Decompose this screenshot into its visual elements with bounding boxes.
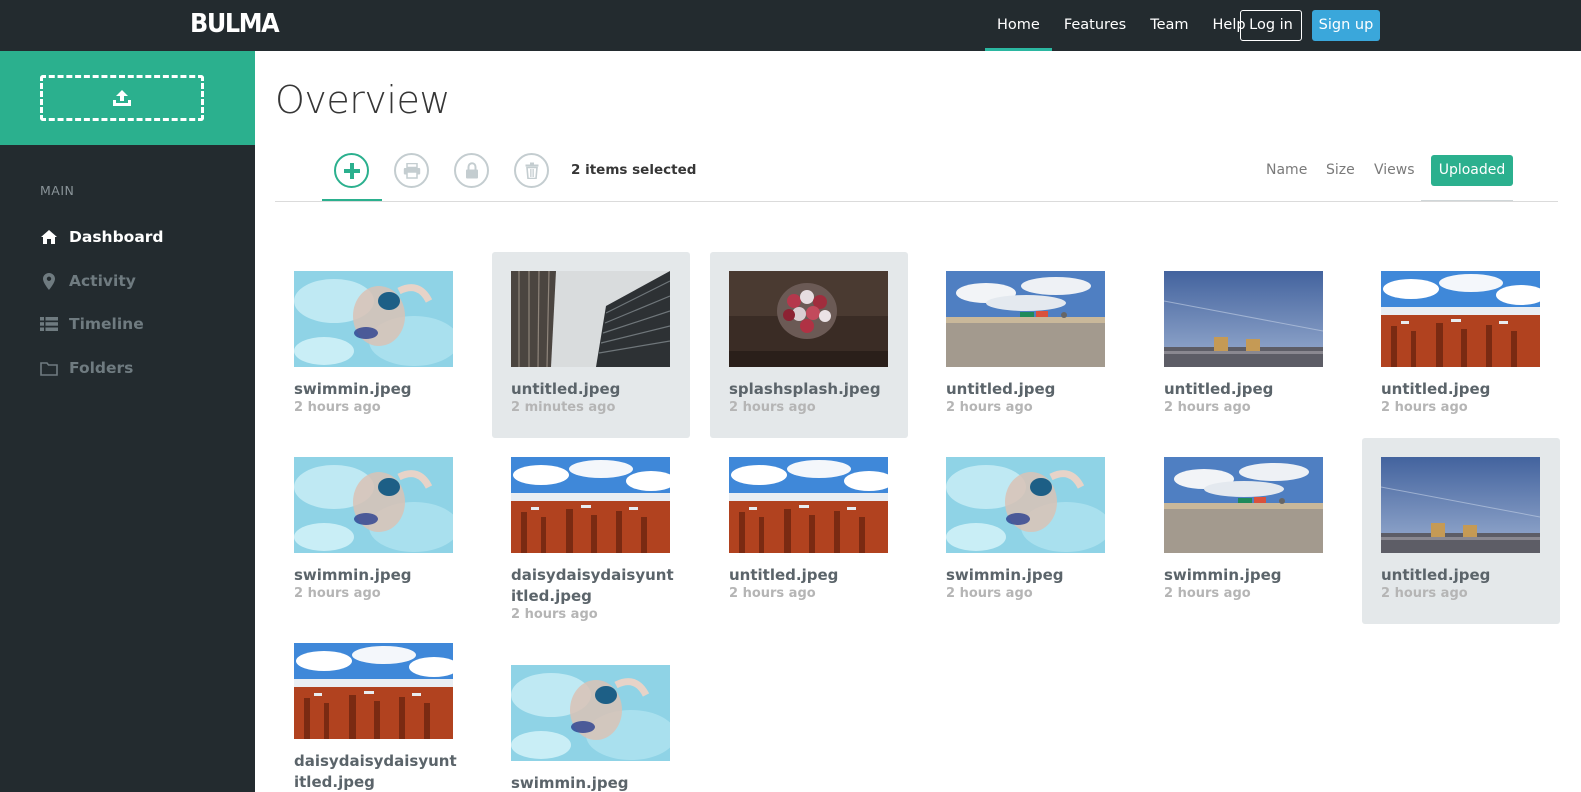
- file-timestamp: 2 hours ago: [511, 607, 598, 622]
- file-card[interactable]: daisydaisydaisyuntitled.jpeg: [275, 624, 473, 792]
- selected-count: 2 items selected: [571, 162, 697, 178]
- file-card[interactable]: swimmin.jpeg 2 hours ago: [1145, 438, 1343, 624]
- file-card[interactable]: swimmin.jpeg 2 hours ago: [927, 438, 1125, 624]
- brand-logo[interactable]: BULMA: [190, 9, 280, 39]
- file-name: splashsplash.jpeg: [729, 380, 881, 398]
- file-card[interactable]: swimmin.jpeg 2 hours ago: [275, 252, 473, 438]
- file-card[interactable]: untitled.jpeg 2 hours ago: [1145, 252, 1343, 438]
- upload-zone: [0, 51, 255, 145]
- file-thumbnail: [1381, 457, 1540, 553]
- file-name: swimmin.jpeg: [1164, 566, 1282, 584]
- file-thumbnail: [294, 457, 453, 553]
- print-icon: [403, 162, 420, 179]
- file-card[interactable]: swimmin.jpeg 2 hours ago: [275, 438, 473, 624]
- lock-button[interactable]: [454, 153, 489, 188]
- file-timestamp: 2 hours ago: [1381, 586, 1468, 601]
- file-thumbnail: [294, 271, 453, 367]
- file-thumbnail: [729, 457, 888, 553]
- plus-icon: [343, 162, 360, 179]
- file-timestamp: 2 hours ago: [946, 586, 1033, 601]
- file-name: untitled.jpeg: [729, 566, 839, 584]
- login-button[interactable]: Log in: [1240, 10, 1302, 41]
- sidebar-item-label: Activity: [69, 272, 136, 290]
- file-timestamp: 2 hours ago: [1164, 586, 1251, 601]
- file-thumbnail: [1164, 271, 1323, 367]
- file-card[interactable]: untitled.jpeg 2 hours ago: [1362, 438, 1560, 624]
- folder-icon: [40, 359, 58, 377]
- sort-views[interactable]: Views: [1374, 162, 1415, 178]
- sort-name[interactable]: Name: [1266, 162, 1307, 178]
- file-thumbnail: [946, 457, 1105, 553]
- file-thumbnail: [729, 271, 888, 367]
- home-icon: [40, 228, 58, 246]
- file-thumbnail: [1381, 271, 1540, 367]
- file-name: swimmin.jpeg: [294, 566, 412, 584]
- file-thumbnail: [1164, 457, 1323, 553]
- page-title: Overview: [275, 78, 450, 122]
- file-timestamp: 2 hours ago: [946, 400, 1033, 415]
- print-button[interactable]: [394, 153, 429, 188]
- file-card[interactable]: untitled.jpeg 2 hours ago: [710, 438, 908, 624]
- sort-size[interactable]: Size: [1326, 162, 1355, 178]
- sidebar-item-folders[interactable]: Folders: [40, 357, 133, 379]
- file-thumbnail: [511, 271, 670, 367]
- delete-button[interactable]: [514, 153, 549, 188]
- file-name: untitled.jpeg: [1381, 566, 1491, 584]
- file-name: swimmin.jpeg: [511, 774, 629, 792]
- toolbar-divider: [275, 201, 1558, 202]
- file-timestamp: 2 hours ago: [294, 400, 381, 415]
- sidebar-item-activity[interactable]: Activity: [40, 270, 136, 292]
- nav-link-home[interactable]: Home: [985, 0, 1052, 51]
- nav-links: Home Features Team Help: [985, 0, 1258, 51]
- add-button[interactable]: [334, 153, 369, 188]
- menu-section-label: MAIN: [40, 183, 75, 198]
- file-card[interactable]: untitled.jpeg 2 hours ago: [927, 252, 1125, 438]
- file-thumbnail: [946, 271, 1105, 367]
- file-card[interactable]: daisydaisydaisyuntitled.jpeg 2 hours ago: [492, 438, 690, 624]
- nav-link-team[interactable]: Team: [1138, 0, 1200, 51]
- file-name: untitled.jpeg: [946, 380, 1056, 398]
- file-name: untitled.jpeg: [1381, 380, 1491, 398]
- map-marker-icon: [40, 272, 58, 290]
- file-name: daisydaisydaisyuntitled.jpeg: [294, 752, 457, 791]
- upload-icon: [113, 90, 131, 106]
- sort-uploaded-button[interactable]: Uploaded: [1431, 155, 1513, 186]
- trash-icon: [525, 162, 538, 179]
- nav-link-features[interactable]: Features: [1052, 0, 1138, 51]
- file-card[interactable]: swimmin.jpeg: [492, 624, 690, 792]
- file-thumbnail: [511, 457, 670, 553]
- sidebar-item-timeline[interactable]: Timeline: [40, 313, 144, 335]
- upload-dropzone[interactable]: [40, 75, 204, 121]
- file-card[interactable]: untitled.jpeg 2 hours ago: [1362, 252, 1560, 438]
- sidebar-item-label: Folders: [69, 359, 134, 377]
- sidebar-item-label: Dashboard: [69, 228, 164, 246]
- list-icon: [40, 315, 58, 333]
- file-card[interactable]: splashsplash.jpeg 2 hours ago: [710, 252, 908, 438]
- sidebar: MAIN Dashboard Activity Timeline Folders: [0, 51, 255, 792]
- file-timestamp: 2 hours ago: [729, 586, 816, 601]
- file-timestamp: 2 hours ago: [294, 586, 381, 601]
- file-timestamp: 2 hours ago: [1164, 400, 1251, 415]
- file-timestamp: 2 hours ago: [729, 400, 816, 415]
- file-thumbnail: [294, 643, 453, 739]
- file-name: swimmin.jpeg: [946, 566, 1064, 584]
- sidebar-item-dashboard[interactable]: Dashboard: [40, 226, 164, 248]
- file-name: swimmin.jpeg: [294, 380, 412, 398]
- top-navbar: BULMA Home Features Team Help Log in Sig…: [0, 0, 1581, 51]
- file-thumbnail: [511, 665, 670, 761]
- file-name: untitled.jpeg: [1164, 380, 1274, 398]
- sidebar-item-label: Timeline: [69, 315, 144, 333]
- file-timestamp: 2 minutes ago: [511, 400, 616, 415]
- file-name: untitled.jpeg: [511, 380, 621, 398]
- signup-button[interactable]: Sign up: [1312, 10, 1380, 41]
- file-timestamp: 2 hours ago: [1381, 400, 1468, 415]
- file-name: daisydaisydaisyuntitled.jpeg: [511, 566, 674, 605]
- file-card[interactable]: untitled.jpeg 2 minutes ago: [492, 252, 690, 438]
- lock-icon: [465, 162, 478, 179]
